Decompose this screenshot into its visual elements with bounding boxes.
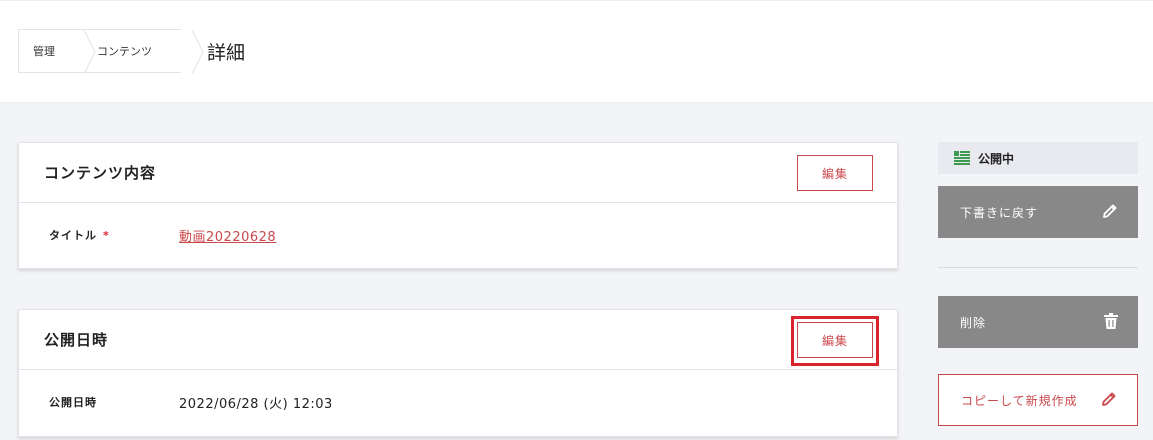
breadcrumb: 管理 コンテンツ 詳細	[18, 29, 246, 74]
breadcrumb-item-admin[interactable]: 管理	[18, 29, 96, 74]
field-label: 公開日時	[49, 396, 97, 409]
revert-to-draft-button[interactable]: 下書きに戻す	[938, 186, 1138, 238]
field-row-publish-date: 公開日時 2022/06/28 (火) 12:03	[19, 370, 897, 434]
card-header: コンテンツ内容 編集	[19, 143, 897, 203]
copy-and-create-new-button[interactable]: コピーして新規作成	[938, 374, 1138, 426]
field-label-text: タイトル	[49, 229, 97, 242]
delete-button[interactable]: 削除	[938, 296, 1138, 348]
edit-content-button[interactable]: 編集	[797, 155, 873, 191]
status-label: 公開中	[978, 151, 1015, 166]
breadcrumb-label: コンテンツ	[97, 45, 152, 58]
trash-icon	[1104, 312, 1118, 332]
breadcrumb-label: 管理	[33, 45, 55, 58]
publish-status-badge: 公開中	[938, 142, 1138, 174]
field-label: タイトル *	[49, 227, 179, 243]
status-list-icon	[954, 151, 970, 165]
pencil-icon	[1101, 391, 1117, 410]
content-title-link[interactable]: 動画20220628	[179, 226, 276, 245]
edit-publish-date-button[interactable]: 編集	[797, 322, 873, 358]
page-title: 詳細	[207, 41, 246, 64]
button-label: 下書きに戻す	[960, 205, 1039, 220]
card-title: 公開日時	[44, 331, 109, 349]
card-title: コンテンツ内容	[44, 164, 157, 182]
publish-date-value: 2022/06/28 (火) 12:03	[179, 396, 333, 412]
button-label: 削除	[960, 315, 987, 330]
page-header: 管理 コンテンツ 詳細	[0, 0, 1153, 102]
card-header: 公開日時 編集	[19, 310, 897, 370]
divider	[938, 267, 1138, 268]
content-card: コンテンツ内容 編集 タイトル * 動画20220628	[18, 142, 898, 269]
button-label: コピーして新規作成	[961, 393, 1078, 408]
required-mark: *	[103, 229, 110, 242]
pencil-icon	[1102, 203, 1118, 222]
field-row-title: タイトル * 動画20220628	[19, 203, 897, 267]
publish-date-card: 公開日時 編集 公開日時 2022/06/28 (火) 12:03	[18, 309, 898, 437]
